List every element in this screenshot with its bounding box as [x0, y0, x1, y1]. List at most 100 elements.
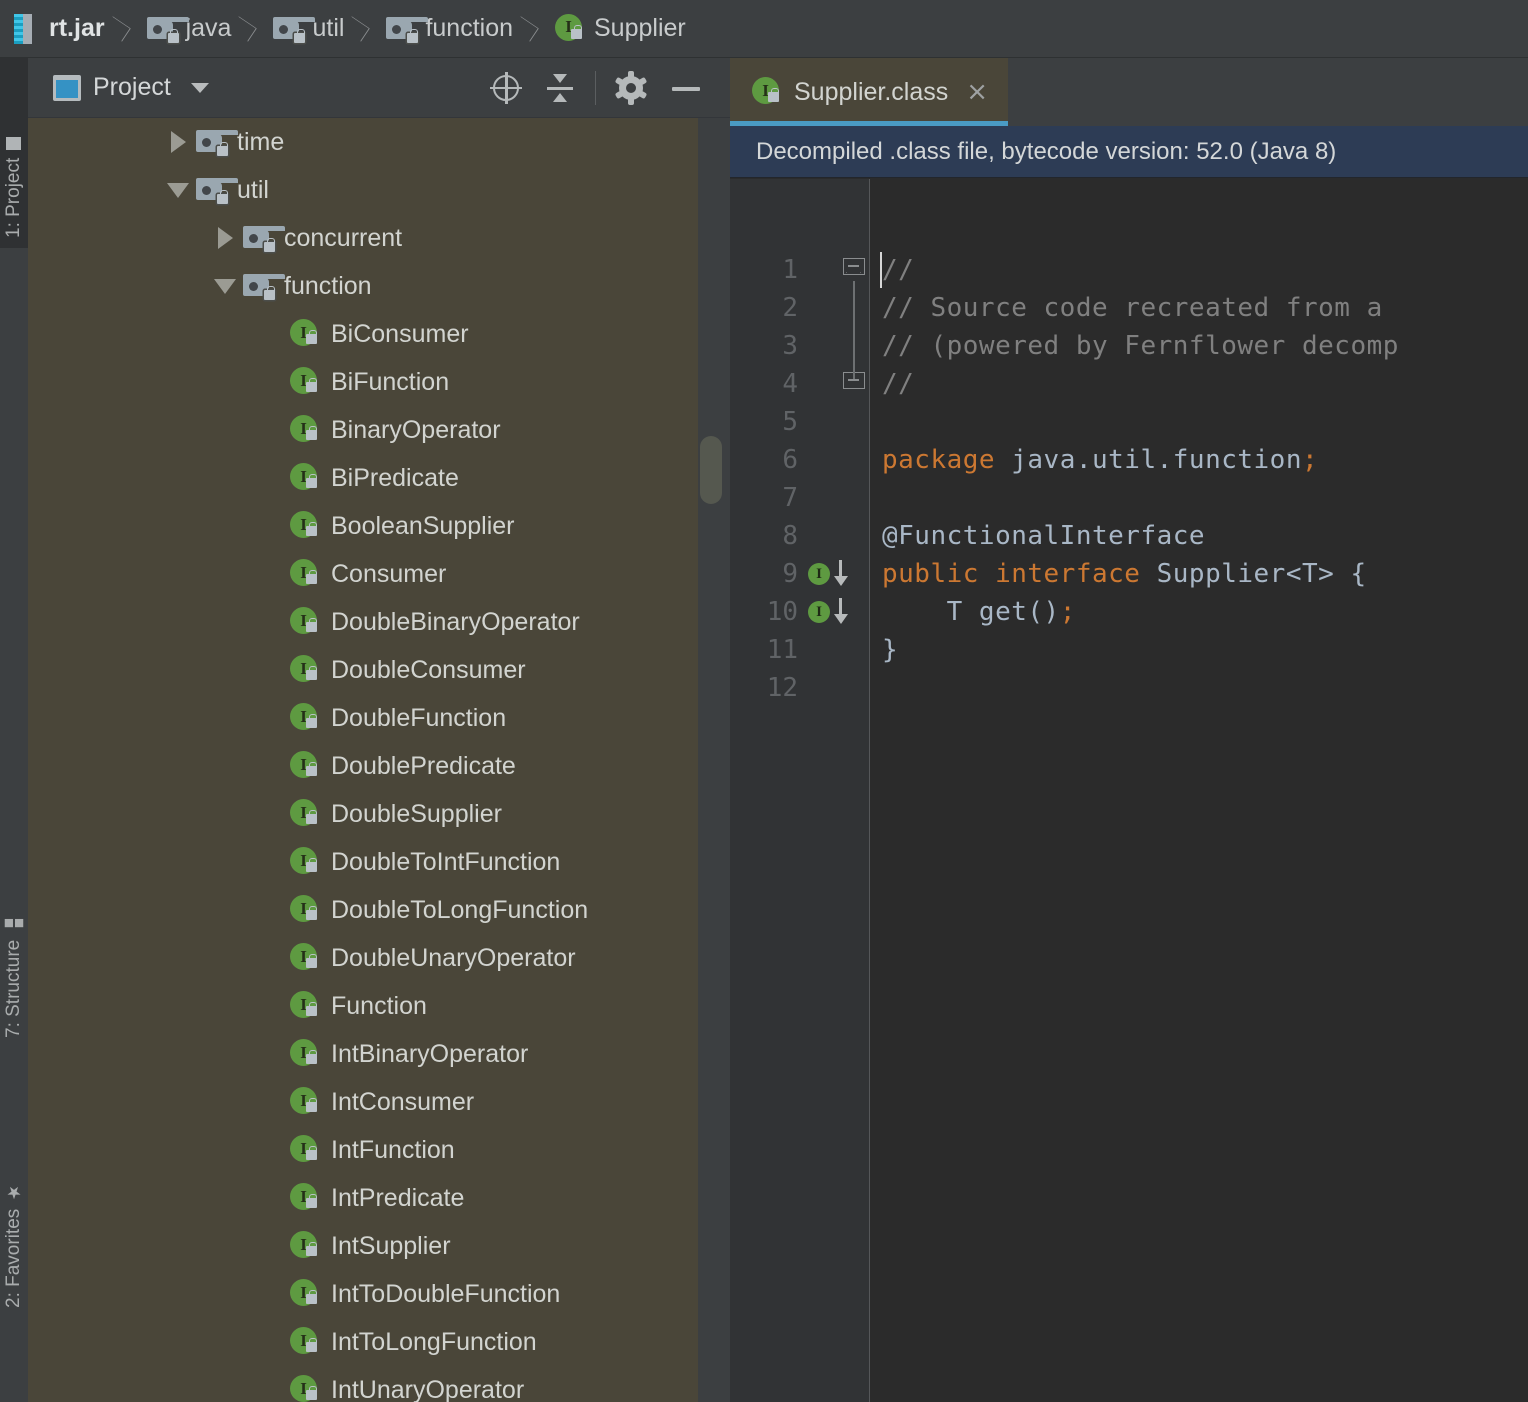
implementing-methods-marker[interactable]: I	[808, 595, 858, 629]
tree-item-intunaryoperator[interactable]: I IntUnaryOperator	[28, 1366, 730, 1402]
breadcrumb-item-supplier[interactable]: I Supplier	[555, 13, 686, 44]
breadcrumb-item-rt-jar[interactable]: rt.jar	[12, 13, 105, 44]
tree-item-doublesupplier[interactable]: I DoubleSupplier	[28, 790, 730, 838]
tree-item-doublepredicate[interactable]: I DoublePredicate	[28, 742, 730, 790]
tree-item-concurrent[interactable]: concurrent	[28, 214, 730, 262]
tree-twisty-placeholder	[254, 310, 290, 358]
chevron-down-icon[interactable]	[160, 166, 196, 214]
tree-item-intfunction[interactable]: I IntFunction	[28, 1126, 730, 1174]
project-panel-title-group[interactable]: Project	[28, 73, 209, 102]
tool-window-button-7-structure[interactable]: 7: Structure ■■	[0, 818, 28, 1048]
code-editor[interactable]: 1 // 2 // Source code recreated from a 3 // (…	[730, 179, 1528, 1402]
tree-item-bifunction[interactable]: I BiFunction	[28, 358, 730, 406]
interface-icon: I	[290, 655, 320, 685]
interface-icon: I	[290, 319, 320, 349]
tree-item-util[interactable]: util	[28, 166, 730, 214]
chevron-down-icon[interactable]	[190, 82, 209, 93]
tree-item-function[interactable]: function	[28, 262, 730, 310]
tree-item-doubletointfunction[interactable]: I DoubleToIntFunction	[28, 838, 730, 886]
interface-icon: I	[290, 559, 320, 589]
tree-item-label: BiPredicate	[331, 463, 459, 492]
interface-icon: I	[290, 511, 320, 541]
tree-scroll-track[interactable]	[698, 118, 730, 1402]
collapse-all-icon	[544, 72, 576, 104]
interface-icon: I	[290, 847, 320, 877]
line-number: 10	[766, 597, 798, 627]
breadcrumb-label: Supplier	[594, 14, 686, 42]
project-tree[interactable]: time util concurrent function I BiConsumer I Bi…	[28, 118, 730, 1402]
tree-item-label: Consumer	[331, 559, 447, 588]
chevron-right-icon[interactable]	[207, 214, 243, 262]
tree-item-label: DoubleFunction	[331, 703, 507, 732]
folder-icon	[243, 226, 285, 252]
interface-icon: I	[752, 77, 782, 107]
tree-item-doubleconsumer[interactable]: I DoubleConsumer	[28, 646, 730, 694]
editor-area: I Supplier.class × Decompiled .class fil…	[730, 58, 1528, 1402]
tool-window-button-1-project[interactable]: 1: Project	[0, 58, 28, 248]
interface-icon: I	[290, 367, 320, 397]
folder-icon	[196, 178, 238, 204]
tree-item-intpredicate[interactable]: I IntPredicate	[28, 1174, 730, 1222]
tree-item-booleansupplier[interactable]: I BooleanSupplier	[28, 502, 730, 550]
code-token-comment: // Source code recreated from a	[882, 293, 1383, 323]
breadcrumb-label: rt.jar	[49, 14, 105, 42]
tree-twisty-placeholder	[254, 1318, 290, 1366]
tree-item-intsupplier[interactable]: I IntSupplier	[28, 1222, 730, 1270]
interface-icon: I	[290, 1087, 320, 1117]
tree-scrollbar-thumb[interactable]	[700, 436, 722, 504]
tree-item-consumer[interactable]: I Consumer	[28, 550, 730, 598]
tree-item-biconsumer[interactable]: I BiConsumer	[28, 310, 730, 358]
tree-item-label: IntUnaryOperator	[331, 1375, 525, 1402]
tree-item-label: time	[237, 127, 285, 156]
tree-item-binaryoperator[interactable]: I BinaryOperator	[28, 406, 730, 454]
tree-twisty-placeholder	[254, 982, 290, 1030]
close-icon[interactable]: ×	[966, 79, 988, 105]
tree-item-doublebinaryoperator[interactable]: I DoubleBinaryOperator	[28, 598, 730, 646]
line-number: 9	[782, 559, 798, 589]
tree-item-time[interactable]: time	[28, 118, 730, 166]
code-token-comment: //	[882, 255, 915, 285]
tree-item-function[interactable]: I Function	[28, 982, 730, 1030]
settings-button[interactable]	[604, 61, 658, 115]
editor-tab-supplier-class[interactable]: I Supplier.class ×	[730, 58, 1009, 126]
breadcrumb-item-java[interactable]: java	[146, 14, 231, 43]
breadcrumb-item-function[interactable]: function	[386, 14, 513, 43]
hide-panel-button[interactable]	[658, 61, 712, 115]
toolbar-divider	[595, 70, 596, 105]
tool-window-button-2-favorites[interactable]: 2: Favorites ★	[0, 1088, 28, 1318]
tree-item-intconsumer[interactable]: I IntConsumer	[28, 1078, 730, 1126]
folder-icon	[196, 130, 238, 156]
project-panel-toolbar	[479, 61, 730, 115]
code-line: 5	[730, 403, 1528, 441]
collapse-all-button[interactable]	[533, 61, 587, 115]
tree-item-doubleunaryoperator[interactable]: I DoubleUnaryOperator	[28, 934, 730, 982]
implementing-methods-marker[interactable]: I	[808, 557, 858, 591]
line-number: 11	[766, 635, 798, 665]
tree-twisty-placeholder	[254, 1222, 290, 1270]
breadcrumb-separator	[111, 12, 141, 46]
breadcrumb-item-util[interactable]: util	[273, 14, 344, 43]
line-number: 1	[782, 255, 798, 285]
tree-item-inttodoublefunction[interactable]: I IntToDoubleFunction	[28, 1270, 730, 1318]
tree-item-doubletolongfunction[interactable]: I DoubleToLongFunction	[28, 886, 730, 934]
folder-icon	[146, 16, 189, 43]
line-number: 8	[782, 521, 798, 551]
tree-item-bipredicate[interactable]: I BiPredicate	[28, 454, 730, 502]
tree-item-doublefunction[interactable]: I DoubleFunction	[28, 694, 730, 742]
tree-item-inttolongfunction[interactable]: I IntToLongFunction	[28, 1318, 730, 1366]
tree-item-label: DoubleConsumer	[331, 655, 526, 684]
fold-end-icon[interactable]	[843, 365, 867, 396]
tree-item-label: IntToDoubleFunction	[331, 1279, 561, 1308]
tool-window-button-web[interactable]: Web	[0, 1338, 28, 1402]
locate-file-button[interactable]	[479, 61, 533, 115]
tree-item-intbinaryoperator[interactable]: I IntBinaryOperator	[28, 1030, 730, 1078]
tree-item-label: util	[237, 175, 269, 204]
chevron-down-icon[interactable]	[207, 262, 243, 310]
chevron-right-icon[interactable]	[160, 118, 196, 166]
tree-item-label: IntConsumer	[331, 1087, 475, 1116]
code-text: package java.util.function;	[882, 445, 1318, 475]
fold-start-icon[interactable]	[843, 258, 867, 282]
tree-item-label: BooleanSupplier	[331, 511, 515, 540]
tree-twisty-placeholder	[254, 838, 290, 886]
tree-item-label: DoubleToLongFunction	[331, 895, 589, 924]
